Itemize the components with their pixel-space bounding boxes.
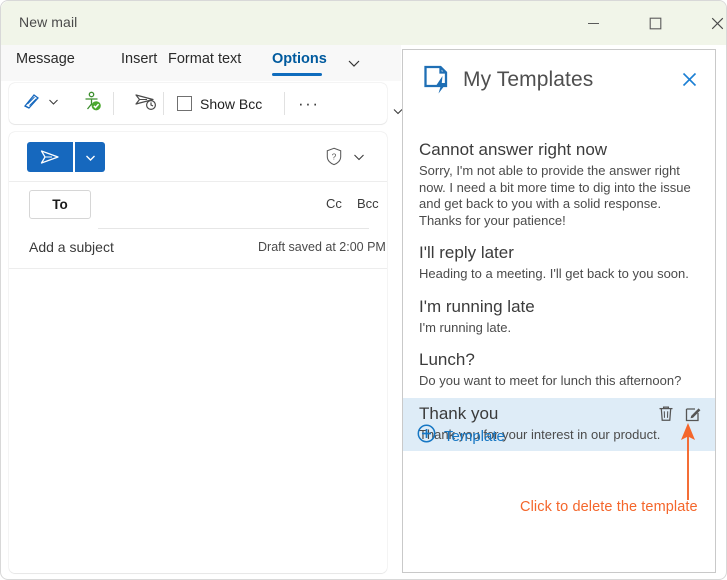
chevron-down-icon <box>83 150 98 165</box>
minimize-button[interactable] <box>570 1 616 45</box>
template-actions <box>658 405 702 422</box>
document-lightning-icon <box>420 63 454 97</box>
list-item[interactable]: Lunch? Do you want to meet for lunch thi… <box>403 344 715 398</box>
list-item[interactable]: I'm running late I'm running late. <box>403 291 715 345</box>
template-name: Cannot answer right now <box>419 138 699 162</box>
show-bcc-checkbox[interactable] <box>177 96 192 111</box>
list-item[interactable]: Cannot answer right now Sorry, I'm not a… <box>403 134 715 237</box>
cc-button[interactable]: Cc <box>326 196 342 211</box>
title-bar: New mail <box>1 1 727 45</box>
signature-chevron-down-icon[interactable] <box>47 95 60 113</box>
tab-message[interactable]: Message <box>16 51 75 67</box>
maximize-icon <box>649 17 662 30</box>
template-name: I'm running late <box>419 295 699 319</box>
templates-pane-title: My Templates <box>463 68 593 92</box>
sensitivity-chevron-down-icon[interactable] <box>351 150 367 164</box>
window-title: New mail <box>19 14 77 30</box>
tab-format-text[interactable]: Format text <box>168 51 241 67</box>
plus-circle-icon <box>417 424 436 448</box>
show-bcc-toggle[interactable]: Show Bcc <box>177 83 262 124</box>
subject-row[interactable]: Add a subject Draft saved at 2:00 PM <box>9 227 387 269</box>
toolbar-separator <box>163 92 164 115</box>
signature-pen-icon <box>21 91 43 116</box>
sensitivity-button[interactable] <box>81 83 103 124</box>
add-template-label: Template <box>444 428 505 445</box>
template-body: Heading to a meeting. I'll get back to y… <box>419 266 699 283</box>
svg-text:?: ? <box>332 151 337 161</box>
list-item[interactable]: I'll reply later Heading to a meeting. I… <box>403 237 715 291</box>
templates-close-icon[interactable] <box>678 68 700 90</box>
compose-card: ? To Cc Bcc Add a subject Draft saved at… <box>9 132 387 573</box>
ribbon-toolbar: Show Bcc ··· <box>9 83 387 124</box>
send-button[interactable] <box>27 142 73 172</box>
ribbon-overflow-chevron-down-icon[interactable] <box>345 54 363 72</box>
message-body-input[interactable] <box>9 269 387 573</box>
delay-delivery-clock-icon <box>134 91 158 116</box>
template-name: I'll reply later <box>419 241 699 265</box>
to-button[interactable]: To <box>29 190 91 219</box>
tab-insert[interactable]: Insert <box>121 51 157 67</box>
show-bcc-label: Show Bcc <box>200 96 262 112</box>
template-body: Sorry, I'm not able to provide the answe… <box>419 163 699 229</box>
templates-pane-header: My Templates <box>403 50 715 112</box>
new-mail-window: New mail Message Insert Format text Opti… <box>0 0 727 580</box>
tab-options[interactable]: Options <box>272 51 327 67</box>
send-row: ? <box>9 132 387 182</box>
close-button[interactable] <box>694 1 727 45</box>
delay-delivery-button[interactable] <box>134 83 158 124</box>
ribbon-tabstrip: Message Insert Format text Options <box>1 45 401 81</box>
signature-button[interactable] <box>21 83 60 124</box>
tab-active-underline <box>272 73 322 76</box>
maximize-button[interactable] <box>632 1 678 45</box>
sensitivity-person-check-icon <box>81 90 103 117</box>
bcc-button[interactable]: Bcc <box>357 196 379 211</box>
toolbar-separator <box>284 92 285 115</box>
send-options-button[interactable] <box>75 142 105 172</box>
add-template-button[interactable]: Template <box>417 424 505 448</box>
more-ellipsis-icon: ··· <box>298 99 319 109</box>
annotation-up-arrow-icon <box>677 422 699 500</box>
templates-list: Cannot answer right now Sorry, I'm not a… <box>403 134 715 451</box>
template-body: I'm running late. <box>419 320 699 337</box>
edit-pencil-icon[interactable] <box>685 405 702 422</box>
more-commands-button[interactable]: ··· <box>298 83 319 124</box>
close-icon <box>711 17 724 30</box>
template-name: Lunch? <box>419 348 699 372</box>
trash-icon[interactable] <box>658 405 674 422</box>
subject-input-placeholder[interactable]: Add a subject <box>29 239 114 255</box>
template-body: Do you want to meet for lunch this after… <box>419 373 699 390</box>
annotation-text: Click to delete the template <box>520 499 698 515</box>
sensitivity-shield-question-icon[interactable]: ? <box>325 147 343 166</box>
toolbar-separator <box>113 92 114 115</box>
draft-saved-status: Draft saved at 2:00 PM <box>258 240 386 254</box>
send-arrow-icon <box>39 148 61 166</box>
recipients-row: To Cc Bcc <box>9 182 387 226</box>
my-templates-pane: My Templates Cannot answer right now Sor… <box>402 49 716 573</box>
minimize-icon <box>587 17 600 30</box>
template-name: Thank you <box>419 402 699 426</box>
